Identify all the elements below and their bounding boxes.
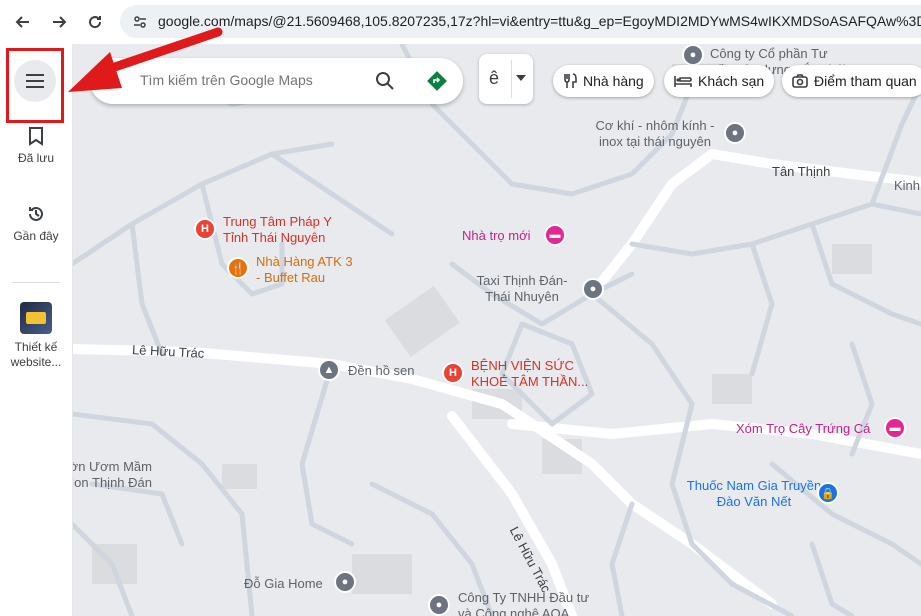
chevron-down-icon xyxy=(516,75,526,81)
poi-pin[interactable]: ● xyxy=(428,594,450,616)
poi-pin[interactable]: ● xyxy=(682,44,704,66)
restaurant-pin[interactable]: 🍴 xyxy=(227,257,249,279)
poi-pin[interactable]: ● xyxy=(724,122,746,144)
restaurant-icon xyxy=(564,73,577,88)
poi-label[interactable]: Cơ khí - nhôm kính - inox tại thái nguyê… xyxy=(590,118,720,150)
poi-pin[interactable]: ● xyxy=(334,571,356,593)
layer-switch-button[interactable]: ê xyxy=(479,54,533,104)
hotel-icon xyxy=(674,76,692,87)
road-label: Tân Thịnh xyxy=(772,164,831,179)
recent-label: Gần đây xyxy=(13,229,59,243)
hospital-pin[interactable]: H xyxy=(442,362,464,384)
lodging-pin[interactable]: ▬ xyxy=(544,224,566,246)
chip-label: Khách sạn xyxy=(698,73,765,89)
search-icon[interactable] xyxy=(375,71,395,91)
poi-label[interactable]: Nhà trọ mới xyxy=(462,228,531,244)
poi-label[interactable]: Thuốc Nam Gia Truyền Đào Văn Nết xyxy=(684,478,824,510)
back-button[interactable] xyxy=(8,7,38,37)
layer-label: ê xyxy=(489,68,500,88)
directions-icon[interactable] xyxy=(426,70,448,92)
annotation-arrow-icon xyxy=(68,27,223,92)
poi-label[interactable]: Công Ty TNHH Đầu tư và Công nghệ AOA xyxy=(458,590,598,616)
school-pin[interactable]: ▲ xyxy=(318,359,340,381)
camera-icon xyxy=(792,74,808,88)
poi-label[interactable]: Đền hồ sen xyxy=(348,363,415,379)
chip-label: Điểm tham quan xyxy=(814,73,917,89)
bookmark-icon xyxy=(29,127,43,146)
lodging-pin[interactable]: ▬ xyxy=(884,417,906,439)
poi-label[interactable]: Nhà Hàng ATK 3 - Buffet Rau xyxy=(256,254,356,286)
recent-place-item[interactable]: Thiết kế website... xyxy=(0,302,72,370)
history-icon xyxy=(29,206,43,221)
poi-label[interactable]: Xóm Trọ Cây Trứng Cá xyxy=(736,421,870,437)
map-canvas[interactable]: ● Công ty Cổ phần Tư vấn Xây dựng Bắc Th… xyxy=(72,44,921,616)
sidebar-divider xyxy=(12,282,60,283)
back-arrow-icon xyxy=(15,16,29,28)
poi-label[interactable]: Kinh xyxy=(894,178,920,194)
hospital-pin[interactable]: H xyxy=(194,218,216,240)
chip-restaurant[interactable]: Nhà hàng xyxy=(553,65,654,97)
saved-button[interactable]: Đã lưu xyxy=(0,126,72,165)
address-bar[interactable]: google.com/maps/@21.5609468,105.8207235,… xyxy=(120,5,921,38)
saved-label: Đã lưu xyxy=(17,151,55,165)
poi-pin[interactable]: ● xyxy=(582,278,604,300)
chip-attractions[interactable]: Điểm tham quan xyxy=(782,65,921,97)
app-thumbnail-icon xyxy=(20,302,52,334)
recent-place-label: Thiết kế website... xyxy=(10,340,62,369)
maps-sidebar: Đã lưu Gần đây Thiết kế website... xyxy=(0,44,73,616)
poi-label[interactable]: Đỗ Gia Home xyxy=(244,576,323,592)
poi-label[interactable]: Vườn Ươm Mầm Non Thịnh Đán xyxy=(72,459,152,491)
recent-button[interactable]: Gần đây xyxy=(0,204,72,243)
shop-pin[interactable]: 🔒 xyxy=(817,482,839,504)
layer-divider xyxy=(511,60,512,98)
poi-label[interactable]: Taxi Thịnh Đán-Thái Nhuyên xyxy=(466,273,578,305)
poi-label[interactable]: BỆNH VIỆN SỨC KHOẺ TÂM THẦN... xyxy=(471,358,601,390)
chip-hotel[interactable]: Khách sạn xyxy=(664,65,775,97)
chip-label: Nhà hàng xyxy=(583,73,644,89)
poi-label[interactable]: Trung Tâm Pháp Y Tỉnh Thái Nguyên xyxy=(223,214,353,246)
url-text: google.com/maps/@21.5609468,105.8207235,… xyxy=(158,13,921,29)
map-roads xyxy=(72,44,921,616)
menu-highlight-box xyxy=(6,48,64,123)
